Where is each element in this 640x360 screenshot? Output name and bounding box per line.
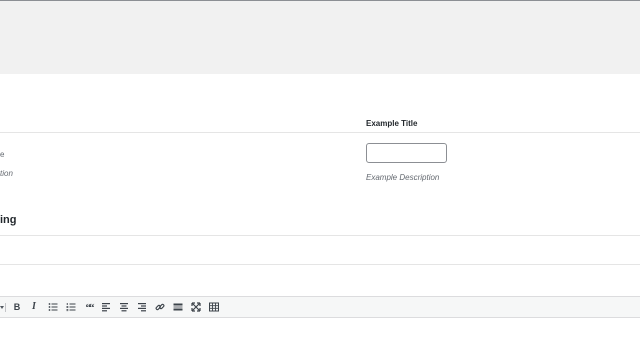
insert-link-button[interactable] [153, 300, 167, 314]
bold-icon: B [13, 301, 21, 312]
top-header-area [0, 0, 640, 74]
editor-toolbar: B I ““ [0, 296, 640, 318]
italic-button[interactable]: I [27, 300, 41, 314]
field-description: Example Description [366, 173, 440, 182]
align-left-icon [102, 303, 110, 312]
section-heading-fragment: ing [0, 214, 17, 226]
align-center-icon [120, 303, 128, 312]
divider-right-title [357, 132, 640, 133]
divider-field [0, 264, 640, 265]
read-more-button[interactable] [171, 300, 185, 314]
field-title: Example Title [366, 119, 418, 128]
fullscreen-icon [191, 302, 201, 312]
link-icon [155, 303, 165, 311]
kitchen-sink-icon [209, 302, 219, 312]
bulleted-list-icon [48, 303, 58, 311]
align-right-button[interactable] [135, 300, 149, 314]
blockquote-button[interactable]: ““ [82, 300, 96, 314]
align-center-button[interactable] [117, 300, 131, 314]
bulleted-list-button[interactable] [46, 300, 60, 314]
divider-left-title [0, 132, 357, 133]
numbered-list-button[interactable] [64, 300, 78, 314]
left-description-fragment: tion [0, 169, 13, 178]
left-label-fragment: e [0, 150, 5, 159]
title-input[interactable] [366, 143, 447, 163]
numbered-list-icon [66, 303, 76, 312]
blockquote-icon: ““ [85, 302, 95, 314]
format-dropdown-arrow[interactable] [0, 303, 6, 312]
align-right-icon [138, 303, 146, 312]
align-left-button[interactable] [99, 300, 113, 314]
read-more-icon [173, 303, 183, 311]
toolbar-toggle-button[interactable] [207, 300, 221, 314]
bold-button[interactable]: B [10, 300, 24, 314]
fullscreen-button[interactable] [189, 300, 203, 314]
italic-icon: I [32, 301, 36, 312]
divider-heading [0, 235, 640, 236]
